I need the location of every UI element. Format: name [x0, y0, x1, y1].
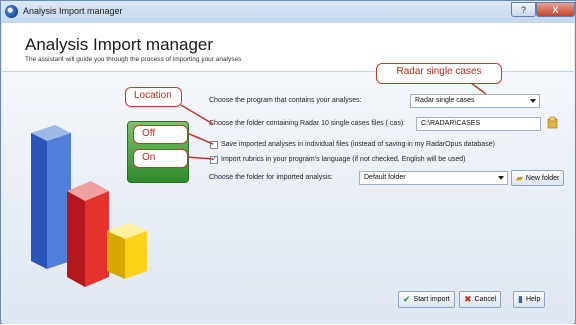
callout-off: Off [133, 125, 188, 144]
callout-location: Location [125, 87, 182, 107]
callout-connectors [180, 82, 487, 160]
import-manager-window: Analysis Import manager ? X Analysis Imp… [0, 0, 576, 324]
callout-radar-single-cases: Radar single cases [376, 63, 502, 84]
callout-on: On [133, 149, 188, 168]
